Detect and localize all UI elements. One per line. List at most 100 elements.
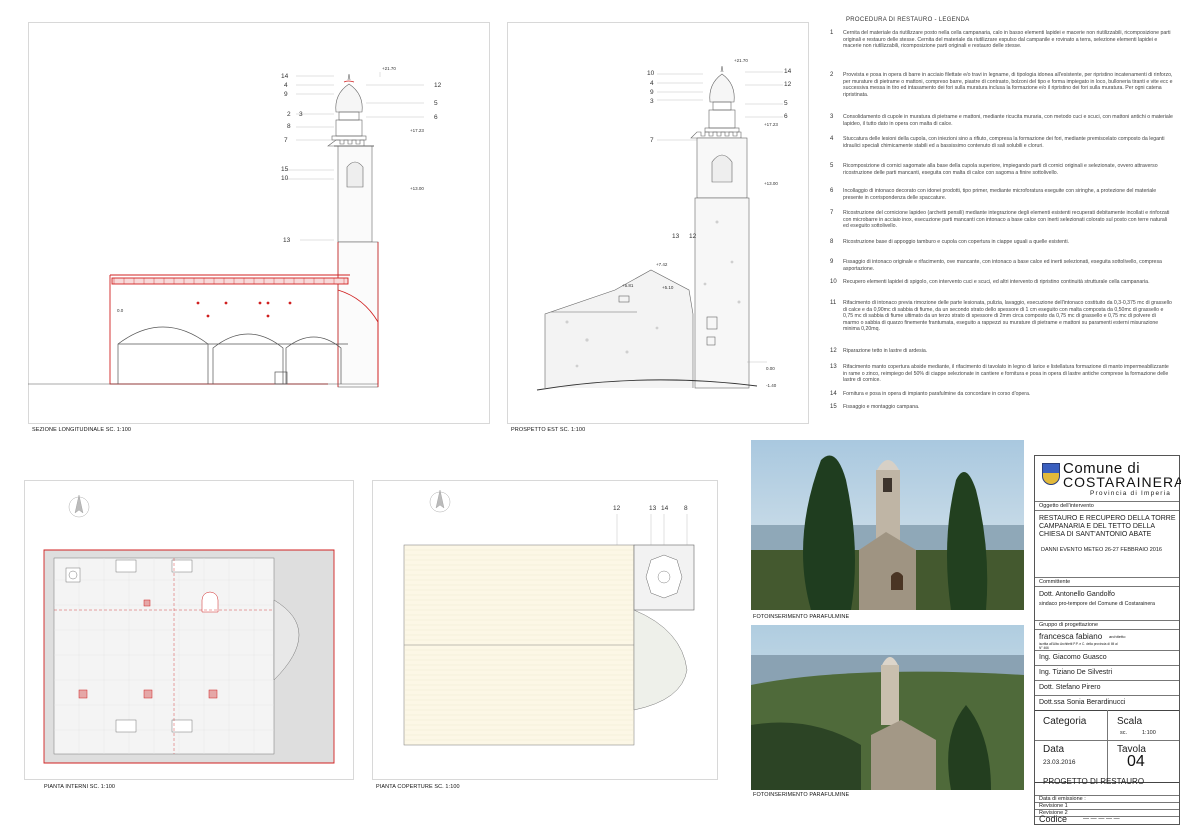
committente-role: sindaco pro-tempore del Comune di Costar… — [1039, 601, 1156, 607]
east-callout-13: 13 — [672, 233, 680, 240]
roof-drawing — [403, 489, 695, 746]
committente-name: Dott. Antonello Gandolfo — [1039, 591, 1115, 598]
legend-title: PROCEDURA DI RESTAURO - LEGENDA — [846, 17, 970, 23]
legend-num: 9 — [830, 259, 834, 265]
section-level-1: +21.70 — [382, 66, 396, 71]
scala-label: Scala — [1117, 716, 1143, 727]
legend-text: Rifacimento di intonaco previa rimozione… — [843, 300, 1172, 333]
section-callout-8: 8 — [287, 123, 291, 130]
comune-line2: COSTARAINERA — [1063, 474, 1181, 490]
legend-text: Riparazione tetto in lastre di ardesia. — [843, 348, 928, 354]
legend-num: 14 — [830, 391, 837, 397]
east-level-5: +5.81 — [622, 283, 634, 288]
legend-num: 2 — [830, 72, 834, 78]
section-callout-2: 2 — [287, 111, 291, 118]
legend-num: 5 — [830, 163, 834, 169]
title-block: Comune di COSTARAINERA Provincia di Impe… — [1034, 455, 1181, 825]
designer-main: francesca fabiano — [1039, 632, 1103, 641]
east-level-8: -1.40 — [766, 383, 777, 388]
photo-aerial-1 — [751, 440, 1024, 610]
categoria-label: Categoria — [1043, 716, 1087, 727]
provincia: Provincia di Imperia — [1090, 490, 1172, 497]
legend-text: Stuccatura delle lesioni della cupola, c… — [843, 136, 1165, 149]
oggetto-line-1: RESTAURO E RECUPERO DELLA TORRE — [1039, 515, 1176, 522]
east-callout-4: 4 — [650, 80, 654, 87]
east-level-2: +17.23 — [764, 122, 778, 127]
legend-text: Provvista e posa in opera di barre in ac… — [843, 72, 1173, 98]
east-caption: PROSPETTO EST SC. 1:100 — [511, 427, 586, 433]
legend-num: 7 — [830, 210, 834, 216]
designer-title: architetto — [1109, 634, 1126, 639]
legend-text: Fissaggio e montaggio campana. — [843, 404, 920, 410]
east-callout-5: 5 — [784, 100, 788, 107]
section-callout-10: 10 — [281, 175, 289, 182]
roof-callout-14: 14 — [661, 505, 669, 512]
north-arrow-icon — [68, 494, 90, 518]
legend-text: Rifacimento manto copertura abside media… — [843, 364, 1169, 384]
roof-callout-8: 8 — [684, 505, 688, 512]
section-callout-14: 14 — [281, 73, 289, 80]
east-level-4: +7.42 — [656, 262, 668, 267]
east-callout-12-mid: 12 — [689, 233, 697, 240]
legend-num: 1 — [830, 30, 834, 36]
legend-text: Ricostruzione base di appoggio tamburo e… — [843, 239, 1070, 245]
oggetto-line-2: CAMPANARIA E DEL TETTO DELLA — [1039, 523, 1156, 530]
photo1-caption: FOTOINSERIMENTO PARAFULMINE — [753, 614, 850, 620]
east-callout-3: 3 — [650, 98, 654, 105]
legend-text: Recupero elementi lapidei di spigolo, co… — [843, 279, 1150, 285]
legend-num: 8 — [830, 239, 834, 245]
section-callout-13: 13 — [283, 237, 291, 244]
east-level-7: 0.00 — [766, 366, 775, 371]
section-callout-5: 5 — [434, 100, 438, 107]
section-level-2: +17.23 — [410, 128, 424, 133]
team-member-4: Dott.ssa Sonia Berardinucci — [1039, 699, 1126, 706]
east-callout-14: 14 — [784, 68, 792, 75]
team-member-2: Ing. Tiziano De Silvestri — [1039, 669, 1113, 676]
data-label: Data — [1043, 744, 1065, 755]
team-member-1: Ing. Giacomo Guasco — [1039, 654, 1107, 661]
north-arrow-icon — [429, 489, 451, 513]
section-callout-7: 7 — [284, 137, 288, 144]
legend-num: 12 — [830, 348, 837, 354]
tavola-value: 04 — [1127, 753, 1145, 770]
codice-label: Codice — [1039, 814, 1068, 824]
legend-num: 11 — [830, 300, 837, 306]
east-callout-7: 7 — [650, 137, 654, 144]
section-caption: SEZIONE LONGITUDINALE SC. 1:100 — [32, 427, 132, 433]
data-value: 23.03.2016 — [1043, 759, 1076, 766]
section-callout-4: 4 — [284, 82, 288, 89]
legend-text: Consolidamento di cupole in muratura di … — [843, 114, 1173, 127]
oggetto-line-3: CHIESA DI SANT'ANTONIO ABATE — [1039, 531, 1152, 538]
east-callout-9: 9 — [650, 89, 654, 96]
legend-text: Fornitura e posa in opera di impianto pa… — [843, 391, 1031, 397]
section-callout-3: 3 — [299, 111, 303, 118]
east-callout-10: 10 — [647, 70, 655, 77]
legend-text: Fissaggio di intonaco originale e rifaci… — [843, 259, 1162, 272]
east-level-3: +13.00 — [764, 181, 778, 186]
legend: PROCEDURA DI RESTAURO - LEGENDA 1 Cernita… — [826, 15, 1176, 445]
photo2-caption: FOTOINSERIMENTO PARAFULMINE — [753, 792, 850, 798]
east-drawing — [536, 65, 783, 391]
section-callout-15: 15 — [281, 166, 289, 173]
east-level-6: +5.10 — [662, 285, 674, 290]
plan-drawing — [43, 494, 335, 764]
roof-callout-12: 12 — [613, 505, 621, 512]
legend-num: 10 — [830, 279, 837, 285]
section-callout-12: 12 — [434, 82, 442, 89]
section-drawing — [28, 72, 424, 388]
photo-aerial-2 — [751, 625, 1024, 790]
section-level-4: 0.0 — [117, 308, 124, 313]
project-type: PROGETTO DI RESTAURO — [1043, 777, 1145, 786]
legend-num: 6 — [830, 188, 834, 194]
team-member-3: Dott. Stefano Pirero — [1039, 684, 1101, 691]
scala-prefix: sc. — [1120, 730, 1128, 736]
legend-num: 4 — [830, 136, 834, 142]
codice-dashes: — — — — — — [1083, 816, 1120, 822]
section-callout-6: 6 — [434, 114, 438, 121]
committente-label: Committente — [1039, 579, 1071, 585]
legend-text: Ricostruzione del cornicione lapideo (ar… — [843, 210, 1170, 230]
legend-num: 3 — [830, 114, 834, 120]
legend-text: Ricomposizione di cornici sagomate alla … — [843, 163, 1158, 176]
gruppo-label: Gruppo di progettazione — [1039, 622, 1099, 628]
legend-num: 15 — [830, 404, 837, 410]
